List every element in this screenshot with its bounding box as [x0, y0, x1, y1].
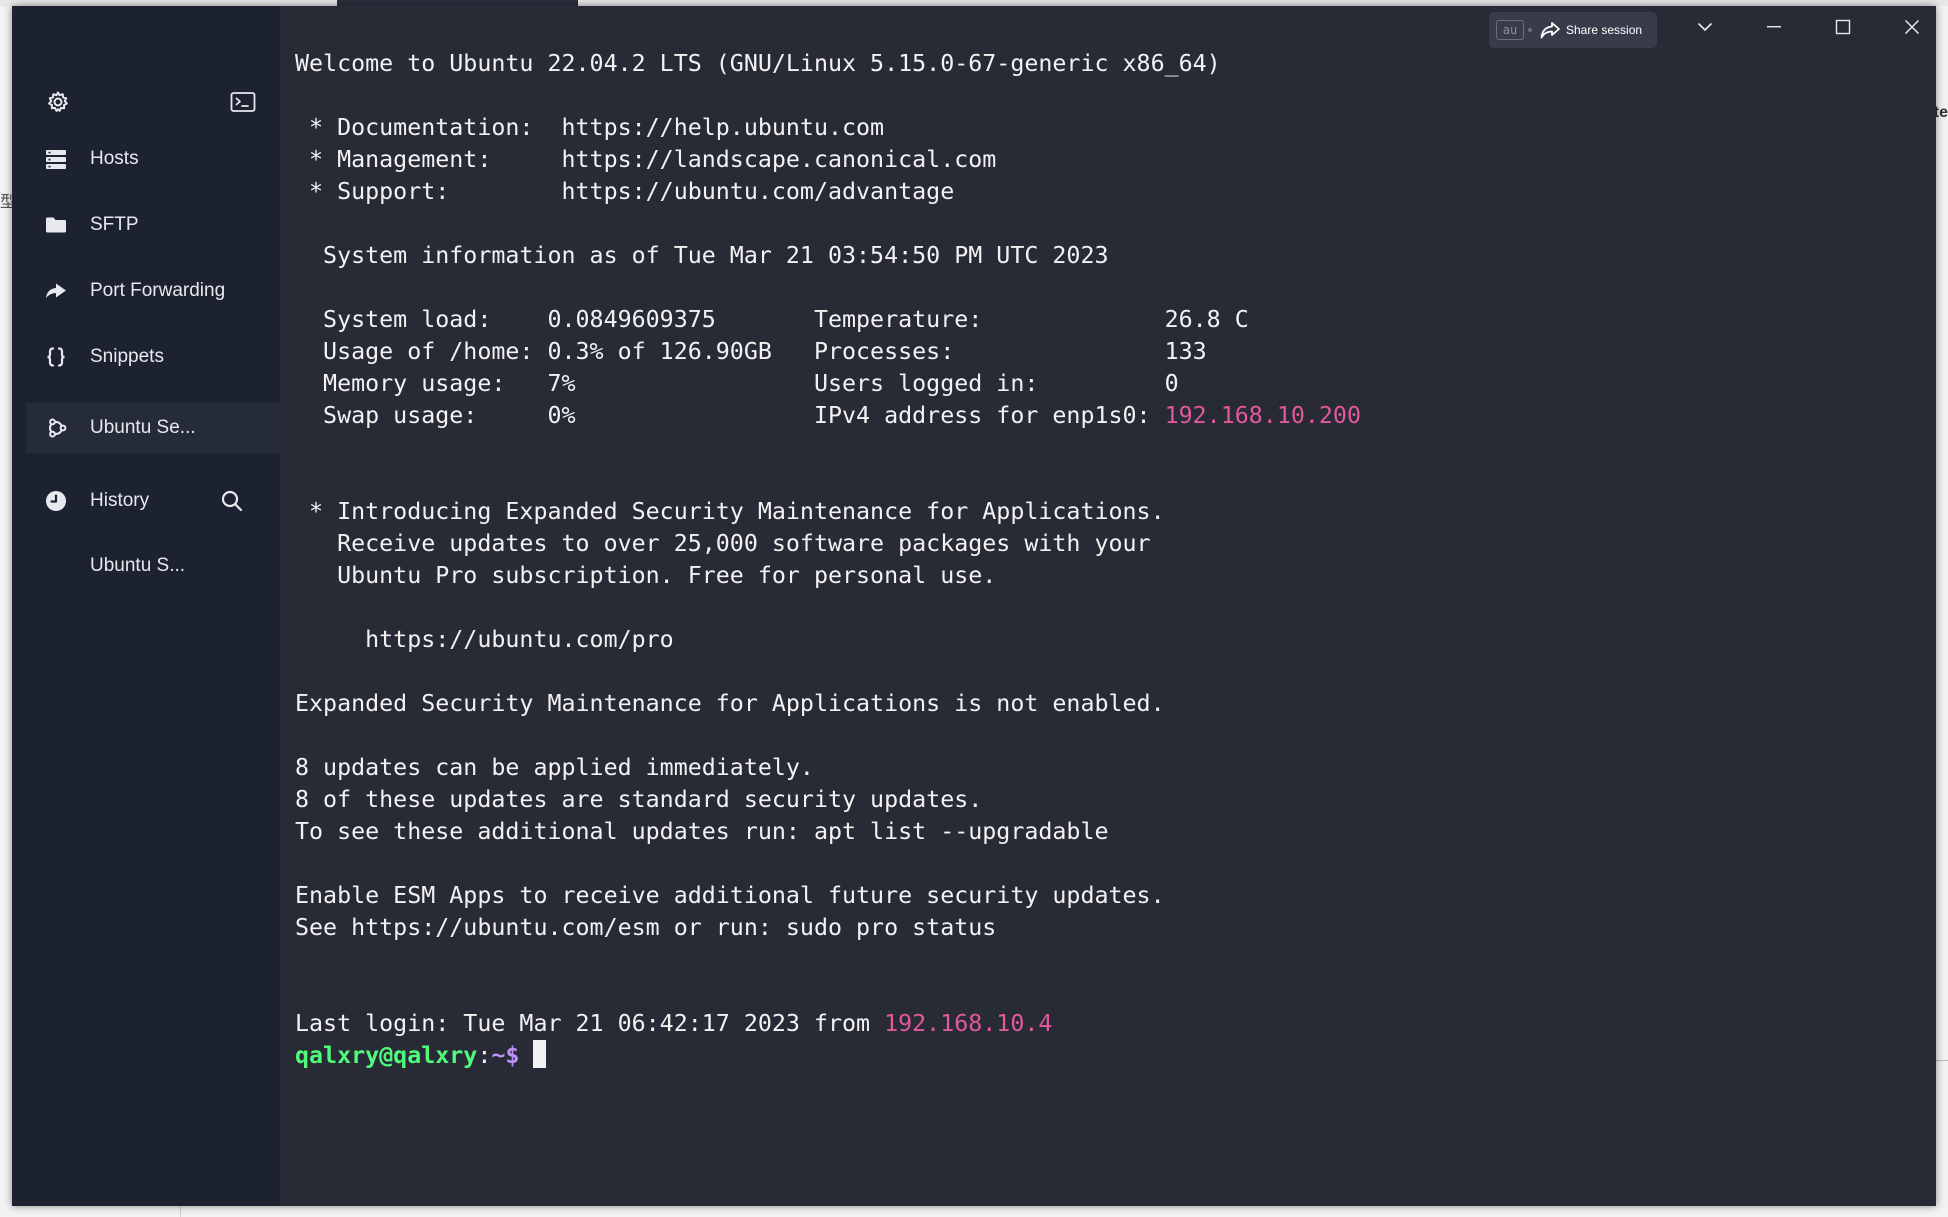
last-login-ip: 192.168.10.4 [884, 1010, 1053, 1037]
terminal-line: Swap usage: 0% IPv4 address for enp1s0: [295, 402, 1165, 429]
background-divider-horizontal [1934, 1060, 1948, 1061]
minimize-icon[interactable] [1759, 14, 1789, 40]
search-icon[interactable] [219, 488, 245, 514]
prompt-path: ~$ [491, 1042, 520, 1069]
sidebar-item-sftp[interactable]: SFTP [26, 200, 280, 250]
gear-icon[interactable] [45, 89, 71, 115]
port-forwarding-icon [45, 280, 67, 302]
prompt-user: qalxry@qalxry [295, 1042, 478, 1069]
folder-icon [45, 214, 67, 236]
share-session-label: Share session [1566, 23, 1643, 37]
chevron-down-icon[interactable] [1690, 14, 1720, 40]
maximize-icon[interactable] [1828, 14, 1858, 40]
terminal-line: Expanded Security Maintenance for Applic… [295, 690, 1165, 717]
sidebar-item-label: Snippets [90, 346, 164, 367]
sidebar-item-history[interactable]: History [26, 476, 196, 526]
terminal-line: To see these additional updates run: apt… [295, 818, 1109, 845]
sidebar-item-ubuntu-session[interactable]: Ubuntu Se... [26, 403, 280, 453]
history-entry-spacer [45, 555, 67, 577]
terminal-line: * Management: https://landscape.canonica… [295, 146, 997, 173]
terminal-line: * Introducing Expanded Security Maintena… [295, 498, 1165, 525]
terminal-line: 8 updates can be applied immediately. [295, 754, 814, 781]
prompt-separator: : [477, 1042, 492, 1069]
ip-address: 192.168.10.200 [1164, 402, 1361, 429]
terminal-line: Ubuntu Pro subscription. Free for person… [295, 562, 997, 589]
share-icon [1540, 21, 1560, 39]
terminal-output: Welcome to Ubuntu 22.04.2 LTS (GNU/Linux… [295, 48, 1361, 1072]
clock-icon [45, 490, 67, 512]
terminal-line: See https://ubuntu.com/esm or run: sudo … [295, 914, 997, 941]
terminal-line: Receive updates to over 25,000 software … [295, 530, 1151, 557]
terminal-line: Last login: Tue Mar 21 06:42:17 2023 fro… [295, 1010, 885, 1037]
terminal-line: * Support: https://ubuntu.com/advantage [295, 178, 955, 205]
background-divider [180, 1205, 181, 1217]
sidebar-item-hosts[interactable]: Hosts [26, 134, 280, 184]
hosts-icon [45, 148, 67, 170]
snippets-icon [45, 346, 67, 368]
ubuntu-icon [45, 417, 67, 439]
sidebar-item-label: Port Forwarding [90, 280, 226, 301]
status-dot [1528, 28, 1532, 32]
history-entry[interactable]: Ubuntu S... [26, 541, 280, 591]
close-icon[interactable] [1897, 14, 1927, 40]
sidebar: Hosts SFTP Port Forwarding Snippets Ubun… [12, 6, 280, 1206]
sidebar-item-snippets[interactable]: Snippets [26, 332, 280, 382]
ssh-client-window: Hosts SFTP Port Forwarding Snippets Ubun… [12, 6, 1936, 1206]
terminal-line: * Documentation: https://help.ubuntu.com [295, 114, 885, 141]
sidebar-item-label: Ubuntu Se... [90, 417, 196, 438]
avatar: au [1496, 20, 1524, 40]
terminal-line: Memory usage: 7% Users logged in: 0 [295, 370, 1179, 397]
sidebar-item-port-forwarding[interactable]: Port Forwarding [26, 266, 280, 316]
sidebar-item-label: Hosts [90, 148, 139, 169]
terminal-line: Enable ESM Apps to receive additional fu… [295, 882, 1165, 909]
terminal-line: Usage of /home: 0.3% of 126.90GB Process… [295, 338, 1207, 365]
history-entry-label: Ubuntu S... [90, 555, 186, 576]
terminal-icon[interactable] [230, 89, 256, 115]
terminal-cursor[interactable] [533, 1040, 547, 1068]
terminal-line: https://ubuntu.com/pro [295, 626, 674, 653]
terminal-line: System information as of Tue Mar 21 03:5… [295, 242, 1109, 269]
share-session-button[interactable]: au Share session [1489, 12, 1657, 48]
sidebar-toolbar [45, 89, 257, 115]
terminal-line: Welcome to Ubuntu 22.04.2 LTS (GNU/Linux… [295, 50, 1221, 77]
terminal-view[interactable]: Welcome to Ubuntu 22.04.2 LTS (GNU/Linux… [280, 6, 1936, 1206]
terminal-line: 8 of these updates are standard security… [295, 786, 983, 813]
sidebar-item-label: History [90, 490, 150, 511]
terminal-line: System load: 0.0849609375 Temperature: 2… [295, 306, 1249, 333]
sidebar-item-label: SFTP [90, 214, 139, 235]
